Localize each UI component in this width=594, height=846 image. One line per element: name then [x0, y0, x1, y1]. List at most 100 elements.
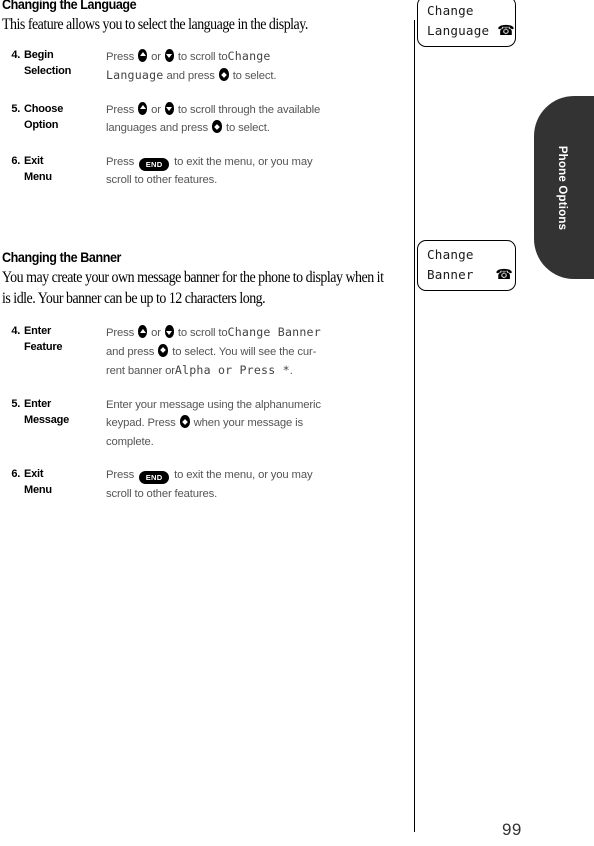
step-instruction: Press or to scroll toChange Banner and pr…: [106, 323, 400, 381]
instruction-line: Press END to exit the menu, or you may: [106, 153, 437, 172]
instruction-text: to exit the menu, or you may: [171, 469, 313, 481]
section-heading: Changing the Banner: [2, 250, 121, 265]
step-number: 6.: [11, 154, 20, 167]
device-display-text: Change: [227, 48, 271, 63]
instruction-line: Press or to scroll toChange: [106, 47, 437, 67]
step-label: Enter Message: [24, 396, 106, 428]
step-label-line-1: Exit: [24, 154, 44, 167]
instruction-text: complete.: [106, 435, 154, 448]
scroll-down-key-icon: [164, 101, 174, 115]
instruction-text: to select.: [229, 70, 277, 82]
step-label-line-2: Menu: [24, 170, 52, 183]
instruction-text: or: [148, 50, 164, 63]
scroll-down-key-icon: [164, 48, 174, 62]
scroll-up-key-icon: [138, 325, 148, 338]
scroll-up-key-icon: [138, 101, 148, 115]
device-display-text: Alpha or Press *: [174, 363, 290, 377]
instruction-text: or: [148, 103, 164, 116]
device-display-text: Language: [106, 68, 164, 82]
step-label-line-2: Menu: [24, 484, 52, 496]
step-label-line-2: Message: [24, 413, 70, 426]
step-label-line-1: Choose: [24, 102, 64, 115]
section-changing-the-banner: Changing the Banner You may create your …: [2, 250, 400, 503]
device-screen-text: Change: [427, 247, 474, 262]
step-label: Exit Menu: [24, 466, 106, 498]
chapter-side-tab-label: Phone Options: [556, 145, 568, 230]
scroll-down-key-icon: [164, 325, 174, 338]
instruction-text: Press: [106, 103, 138, 116]
instruction-line: Language and press to select.: [106, 66, 437, 86]
instruction-text: to select. You will see the cur-: [169, 345, 317, 358]
instruction-line: Press END to exit the menu, or you may: [106, 466, 400, 485]
step-label: Enter Feature: [24, 323, 106, 355]
instruction-text: and press: [163, 70, 218, 82]
instruction-text: scroll to other features.: [106, 487, 218, 500]
instruction-text: when your message is: [190, 417, 304, 429]
instruction-text: Press: [106, 469, 138, 481]
chapter-side-tab: Phone Options: [534, 96, 594, 279]
step-instruction: Press END to exit the menu, or you may sc…: [106, 466, 400, 503]
section-heading: Changing the Language: [2, 0, 137, 12]
device-screen-line-1: Change: [427, 1, 506, 21]
step-number: 4.: [11, 325, 20, 337]
section-changing-the-language: Changing the Language This feature allow…: [2, 0, 437, 190]
instruction-text: to exit the menu, or you may: [171, 155, 313, 168]
instruction-text: to scroll to: [174, 50, 228, 63]
instruction-text: and press: [106, 345, 158, 358]
step-label-line-2: Feature: [24, 341, 63, 353]
step-list: 4. Enter Feature Press or to scroll toChang…: [2, 323, 400, 503]
instruction-text: keypad. Press: [106, 417, 179, 429]
telephone-icon: ☎: [497, 23, 515, 39]
step-label: Begin Selection: [24, 47, 106, 79]
step-list: 4. Begin Selection Press or to scroll toCha…: [2, 47, 437, 190]
instruction-text: to scroll through the available: [174, 103, 321, 116]
instruction-text: rent banner or: [106, 365, 175, 377]
device-screen-text: Language: [427, 23, 490, 38]
step-instruction: Press END to exit the menu, or you may sc…: [106, 153, 437, 190]
procedure-step: 6. Exit Menu Press END to exit the menu, or…: [2, 466, 400, 503]
step-label-line-1: Enter: [24, 397, 52, 410]
procedure-step: 4. Begin Selection Press or to scroll toCha…: [2, 47, 437, 86]
step-number: 6.: [11, 468, 20, 480]
device-display-text: Change Banner: [227, 325, 321, 339]
manual-page: Changing the Language This feature allow…: [0, 0, 594, 846]
end-key-icon: END: [139, 157, 170, 171]
instruction-text: Press: [106, 50, 138, 63]
instruction-text: Press: [106, 155, 138, 168]
device-screen-change-banner: Change Banner ☎: [417, 240, 516, 291]
instruction-text: Enter your message using the alphanumeri…: [106, 398, 321, 411]
step-label-line-1: Enter: [24, 325, 52, 337]
section-intro: You may create your own message banner f…: [2, 269, 384, 307]
scroll-up-key-icon: [138, 48, 148, 62]
page-number: 99: [502, 820, 522, 839]
instruction-line: rent banner orAlpha or Press *.: [106, 361, 400, 381]
select-key-icon: [218, 68, 229, 81]
instruction-line: Press or to scroll toChange Banner: [106, 323, 400, 343]
step-label-line-1: Begin: [24, 48, 54, 61]
instruction-text: scroll to other features.: [106, 174, 218, 186]
device-screen-text: Banner: [427, 267, 474, 282]
step-instruction: Enter your message using the alphanumeri…: [106, 396, 400, 452]
procedure-step: 6. Exit Menu Press END to exit the menu, or…: [2, 153, 437, 190]
step-label: Exit Menu: [24, 153, 106, 185]
step-label-line-2: Selection: [24, 64, 72, 77]
instruction-line: scroll to other features.: [106, 171, 437, 190]
device-screen-change-language: Change Language ☎: [417, 0, 516, 47]
device-screen-line-2: Banner ☎: [427, 265, 513, 285]
instruction-line: keypad. Press when your message is: [106, 414, 400, 433]
instruction-line: Enter your message using the alphanumeri…: [106, 396, 400, 415]
instruction-text: to scroll to: [174, 327, 228, 339]
instruction-text: Press: [106, 327, 138, 339]
instruction-text: or: [148, 327, 164, 339]
step-label-line-2: Option: [24, 118, 59, 131]
instruction-text: languages and press: [106, 122, 212, 134]
instruction-line: Press or to scroll through the available: [106, 101, 437, 120]
step-instruction: Press or to scroll through the available…: [106, 101, 437, 138]
instruction-text: to select.: [223, 122, 270, 134]
section-intro: This feature allows you to select the la…: [2, 16, 308, 33]
step-instruction: Press or to scroll toChange Language and …: [106, 47, 437, 86]
procedure-step: 4. Enter Feature Press or to scroll toChang…: [2, 323, 400, 381]
step-number: 4.: [11, 48, 20, 61]
instruction-line: scroll to other features.: [106, 485, 400, 504]
device-screen-line-2: Language ☎: [427, 21, 515, 41]
